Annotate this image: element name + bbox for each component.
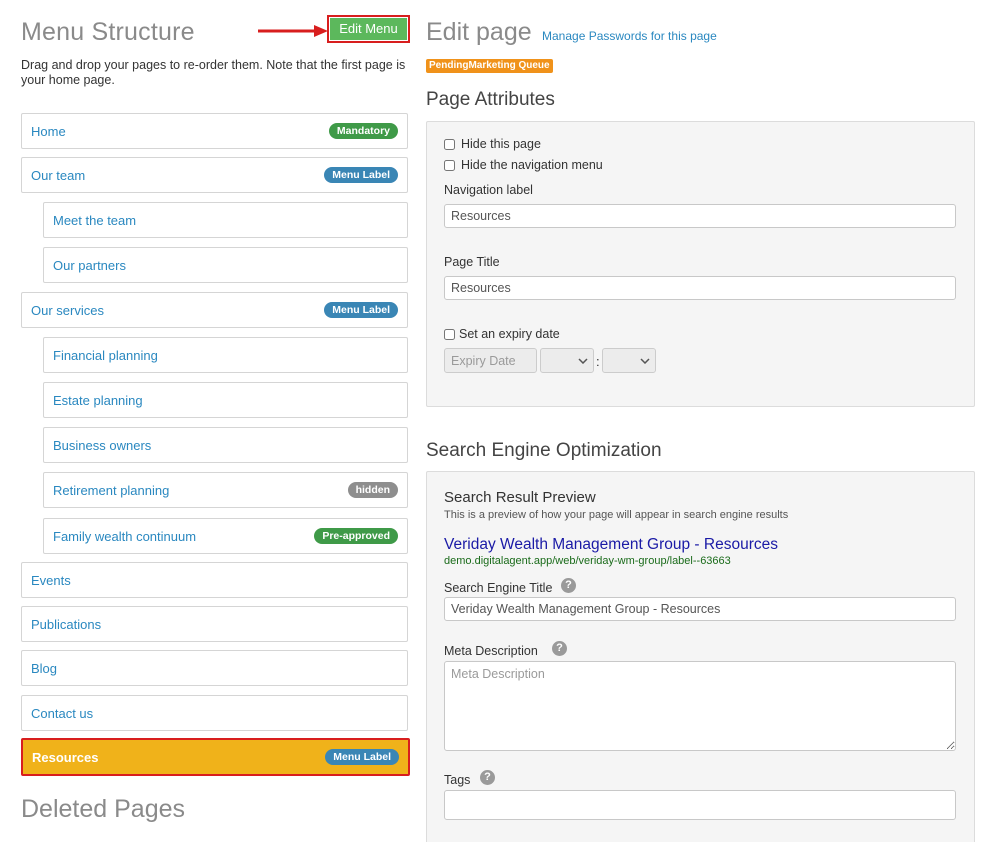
menu-item-label[interactable]: Contact us xyxy=(31,706,93,721)
menu-item-financial-planning[interactable]: Financial planning xyxy=(43,337,408,373)
help-icon[interactable]: ? xyxy=(480,770,495,785)
menu-item-label[interactable]: Home xyxy=(31,124,66,139)
menu-item-our-services[interactable]: Our services Menu Label xyxy=(21,292,408,328)
hide-nav-checkbox[interactable] xyxy=(444,159,455,171)
hide-page-option[interactable]: Hide this page xyxy=(444,137,541,151)
menu-item-business-owners[interactable]: Business owners xyxy=(43,427,408,463)
help-icon[interactable]: ? xyxy=(552,641,567,656)
menu-item-label[interactable]: Retirement planning xyxy=(53,483,169,498)
edit-menu-highlight: Edit Menu xyxy=(327,15,410,43)
menu-item-label[interactable]: Estate planning xyxy=(53,393,143,408)
menu-item-label[interactable]: Our team xyxy=(31,168,85,183)
menu-item-our-team[interactable]: Our team Menu Label xyxy=(21,157,408,193)
menu-label-badge: Menu Label xyxy=(324,302,398,318)
hide-nav-label: Hide the navigation menu xyxy=(461,158,603,172)
hidden-badge: hidden xyxy=(347,482,398,498)
menu-item-label[interactable]: Meet the team xyxy=(53,213,136,228)
menu-item-label[interactable]: Financial planning xyxy=(53,348,158,363)
page-attributes-title: Page Attributes xyxy=(426,89,555,110)
menu-item-contact-us[interactable]: Contact us xyxy=(21,695,408,731)
expiry-minute-select[interactable] xyxy=(602,348,656,373)
menu-item-our-partners[interactable]: Our partners xyxy=(43,247,408,283)
help-icon[interactable]: ? xyxy=(561,578,576,593)
expiry-label: Set an expiry date xyxy=(459,327,560,341)
seo-title: Search Engine Optimization xyxy=(426,440,662,461)
nav-label-input[interactable] xyxy=(444,204,956,228)
search-result-preview-description: This is a preview of how your page will … xyxy=(444,509,789,521)
status-badge: PendingMarketing Queue xyxy=(426,59,553,73)
menu-item-blog[interactable]: Blog xyxy=(21,650,408,686)
search-engine-title-label: Search Engine Title xyxy=(444,581,553,595)
menu-item-estate-planning[interactable]: Estate planning xyxy=(43,382,408,418)
pre-approved-badge: Pre-approved xyxy=(314,528,398,544)
menu-item-label[interactable]: Publications xyxy=(31,617,101,632)
hide-nav-option[interactable]: Hide the navigation menu xyxy=(444,158,603,172)
menu-item-label[interactable]: Our partners xyxy=(53,258,126,273)
hide-page-label: Hide this page xyxy=(461,137,541,151)
menu-item-publications[interactable]: Publications xyxy=(21,606,408,642)
manage-passwords-link[interactable]: Manage Passwords for this page xyxy=(542,29,717,43)
nav-label-heading: Navigation label xyxy=(444,183,533,197)
page-title-input[interactable] xyxy=(444,276,956,300)
menu-item-label[interactable]: Blog xyxy=(31,661,57,676)
edit-menu-button[interactable]: Edit Menu xyxy=(330,18,407,40)
tags-label: Tags xyxy=(444,773,471,787)
menu-item-meet-the-team[interactable]: Meet the team xyxy=(43,202,408,238)
expiry-hour-select[interactable] xyxy=(540,348,594,373)
time-separator: : xyxy=(596,354,600,369)
arrow-right-icon xyxy=(258,25,328,37)
expiry-date-input[interactable] xyxy=(444,348,537,373)
menu-item-events[interactable]: Events xyxy=(21,562,408,598)
search-result-preview-link: Veriday Wealth Management Group - Resour… xyxy=(444,536,778,553)
search-result-preview-title: Search Result Preview xyxy=(444,489,596,506)
menu-description: Drag and drop your pages to re-order the… xyxy=(21,58,406,87)
meta-description-textarea[interactable] xyxy=(444,661,956,751)
menu-item-label[interactable]: Events xyxy=(31,573,71,588)
meta-description-label: Meta Description xyxy=(444,644,538,658)
menu-item-resources[interactable]: Resources Menu Label xyxy=(21,738,410,776)
menu-item-home[interactable]: Home Mandatory xyxy=(21,113,408,149)
menu-label-badge: Menu Label xyxy=(325,749,399,765)
search-result-preview-url: demo.digitalagent.app/web/veriday-wm-gro… xyxy=(444,555,731,567)
search-engine-title-input[interactable] xyxy=(444,597,956,621)
edit-page-title: Edit page xyxy=(426,18,532,46)
hide-page-checkbox[interactable] xyxy=(444,138,455,150)
tags-input[interactable] xyxy=(444,790,956,820)
menu-structure-title: Menu Structure xyxy=(21,18,195,46)
menu-label-badge: Menu Label xyxy=(324,167,398,183)
mandatory-badge: Mandatory xyxy=(328,123,398,139)
page-title-heading: Page Title xyxy=(444,255,500,269)
menu-item-family-wealth-continuum[interactable]: Family wealth continuum Pre-approved xyxy=(43,518,408,554)
chevron-down-icon xyxy=(578,357,588,364)
expiry-checkbox[interactable] xyxy=(444,328,455,340)
menu-item-label[interactable]: Our services xyxy=(31,303,104,318)
menu-item-label[interactable]: Family wealth continuum xyxy=(53,529,196,544)
expiry-option[interactable]: Set an expiry date xyxy=(444,327,560,341)
chevron-down-icon xyxy=(640,357,650,364)
menu-item-retirement-planning[interactable]: Retirement planning hidden xyxy=(43,472,408,508)
menu-item-label[interactable]: Resources xyxy=(32,750,98,765)
deleted-pages-title: Deleted Pages xyxy=(21,795,186,823)
menu-item-label[interactable]: Business owners xyxy=(53,438,151,453)
